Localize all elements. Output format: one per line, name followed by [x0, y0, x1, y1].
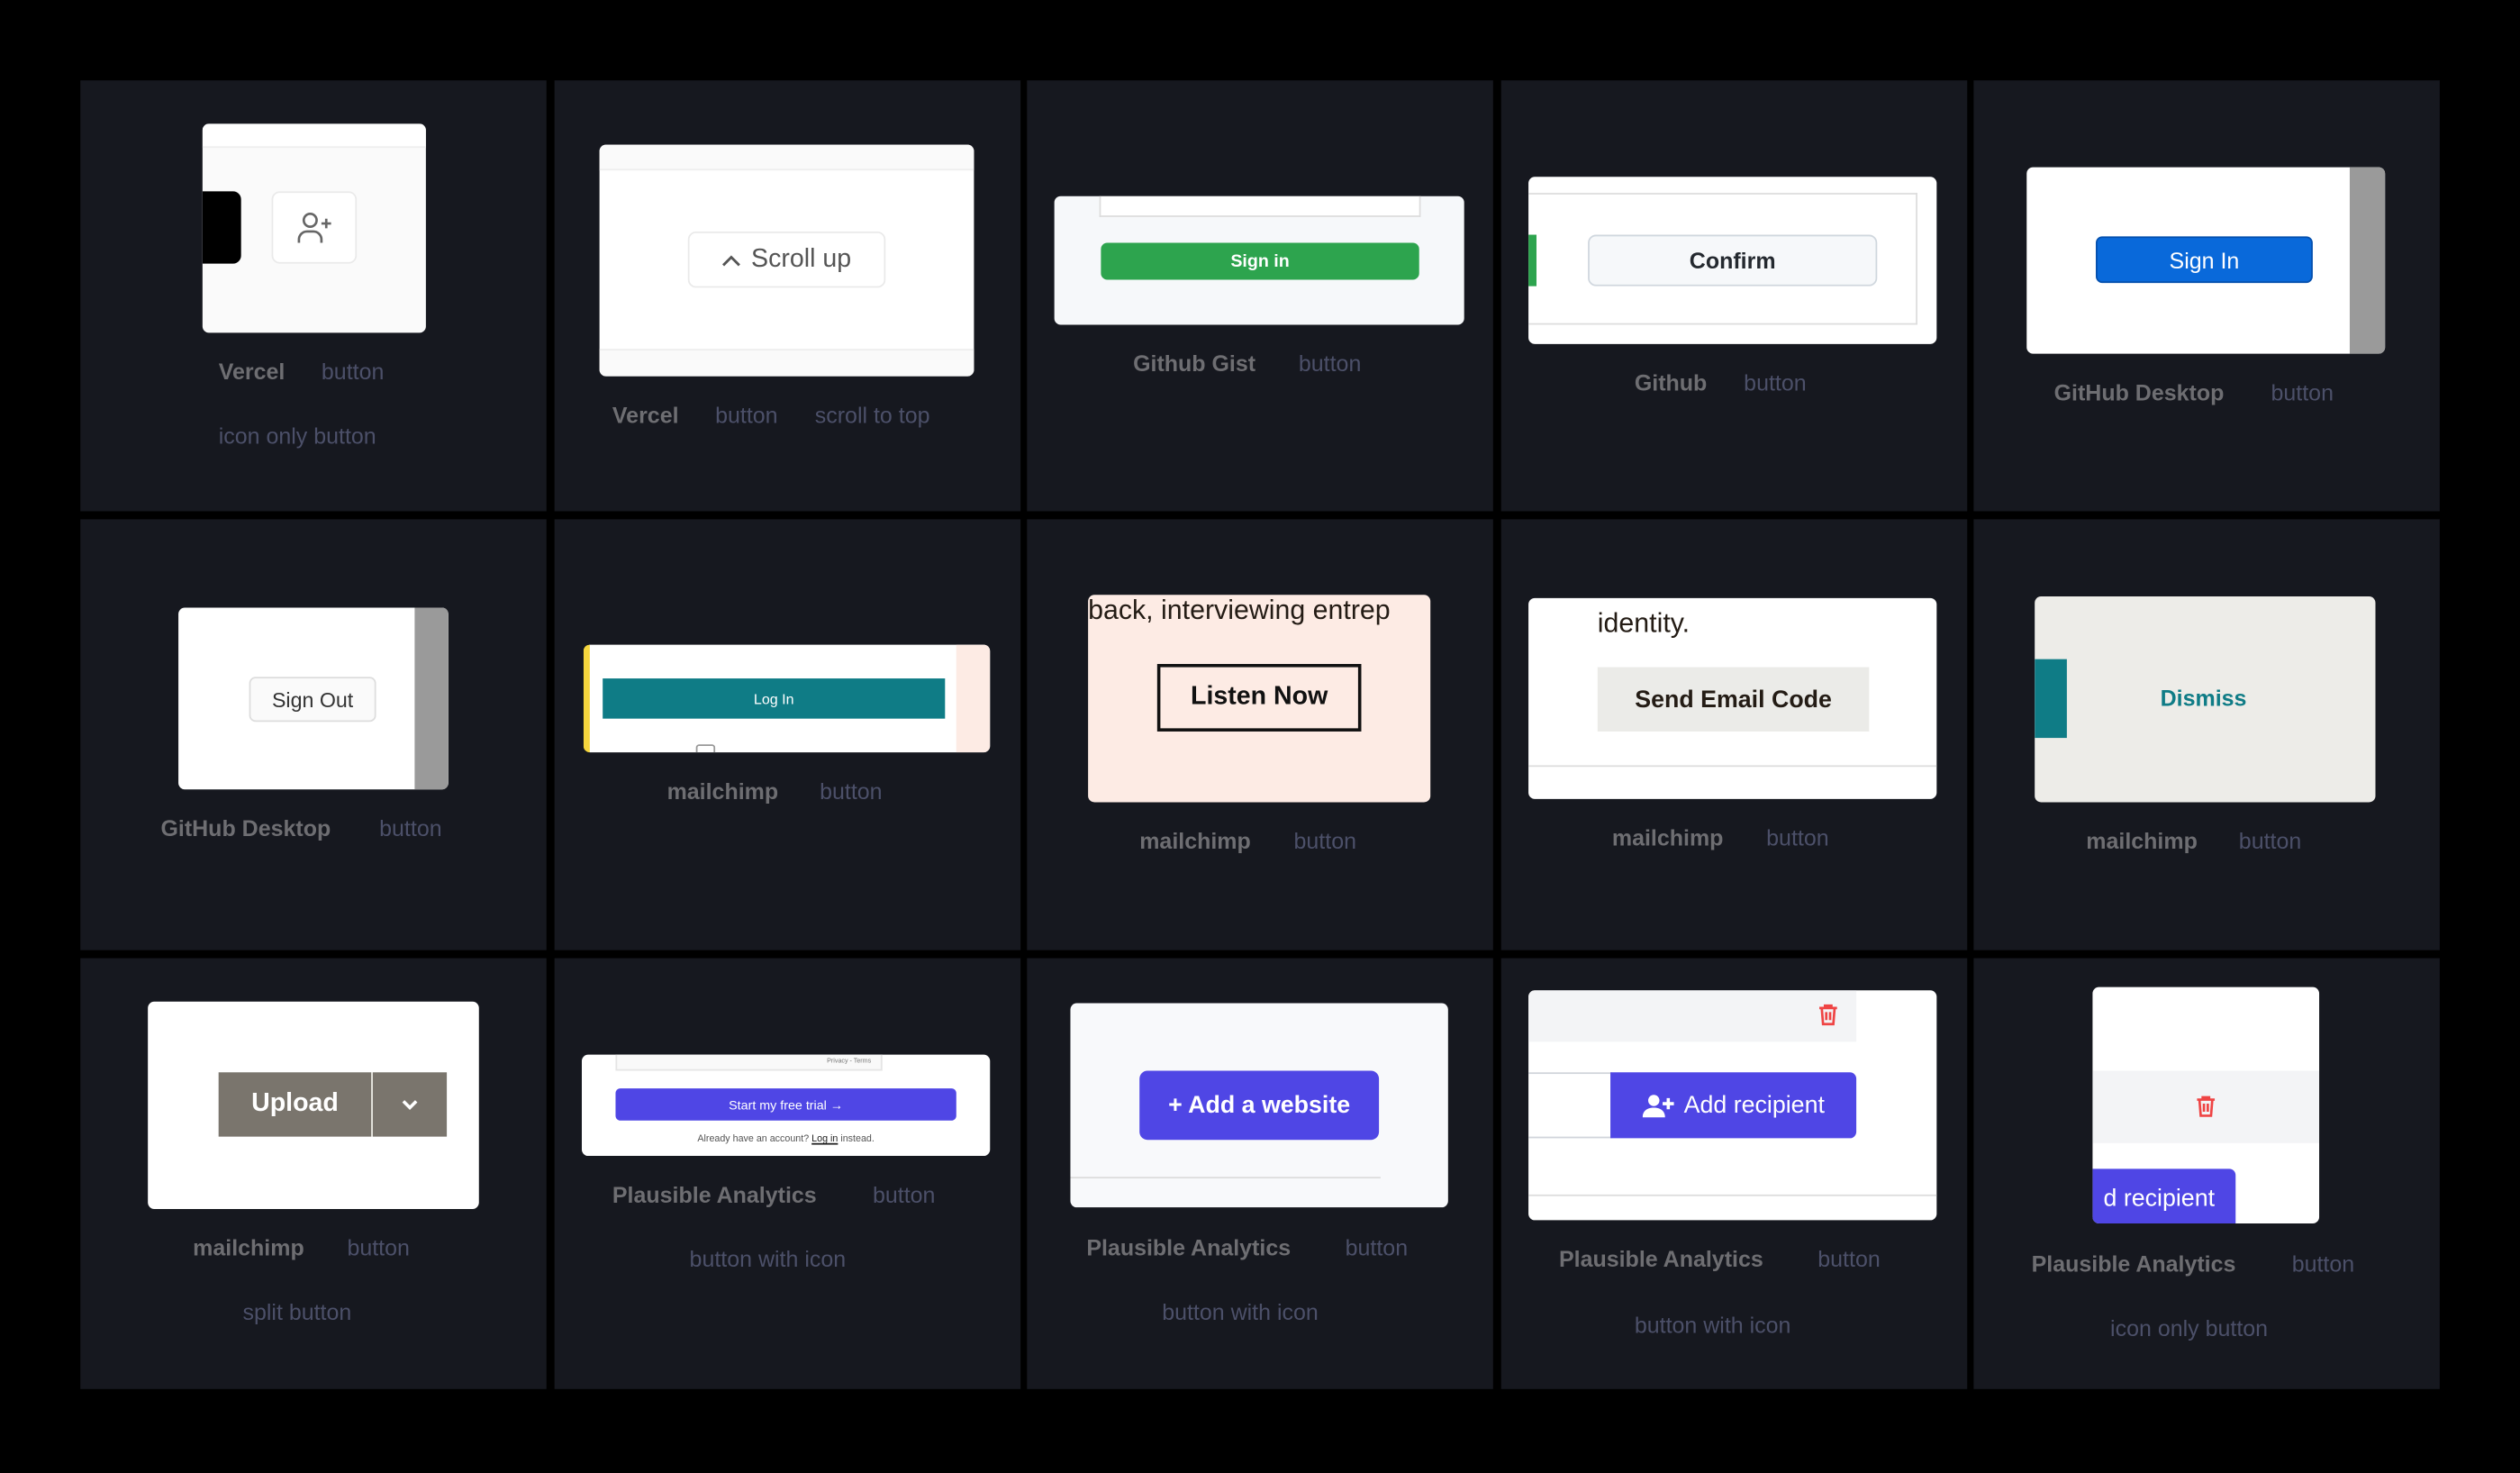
preview-card: Confirm [1528, 177, 1937, 344]
preview-card: Log In [583, 644, 991, 753]
user-plus-icon [296, 212, 331, 242]
source-label: Vercel [218, 358, 286, 385]
preview-card: Dismiss [2035, 596, 2376, 803]
user-plus-icon [1642, 1094, 1674, 1117]
preview-card: d recipient [2092, 987, 2320, 1224]
preview-card: Add recipient [1528, 990, 1937, 1221]
preview-card [202, 123, 426, 333]
preview-card: back, interviewing entrep Listen Now [1088, 595, 1431, 803]
source-label: mailchimp [1139, 828, 1251, 854]
start-free-trial-button[interactable]: Start my free trial → [615, 1088, 956, 1121]
grid-cell [554, 958, 1021, 1389]
type-tag[interactable]: button [2271, 379, 2333, 405]
upload-button[interactable]: Upload [218, 1072, 372, 1137]
add-recipient-button[interactable]: d recipient [2092, 1168, 2236, 1224]
type-tag[interactable]: button [820, 778, 882, 805]
source-label: Github Gist [1133, 350, 1256, 377]
sign-in-button[interactable]: Sign in [1101, 242, 1419, 280]
scrollbar[interactable] [414, 607, 449, 790]
add-recipient-button[interactable]: Add recipient [1610, 1072, 1857, 1139]
preview-card: + Add a website [1070, 1003, 1448, 1208]
log-in-link[interactable]: Log in [811, 1135, 838, 1145]
source-label: Plausible Analytics [1086, 1234, 1292, 1261]
recaptcha-legal[interactable]: Privacy - Terms [615, 1054, 883, 1071]
tag[interactable]: split button [242, 1299, 351, 1325]
preview-card: Sign Out [178, 607, 449, 790]
type-tag[interactable]: button [715, 402, 777, 428]
login-prompt: Already have an account? Log in instead. [582, 1135, 990, 1145]
source-label: Plausible Analytics [2031, 1250, 2236, 1277]
chevron-up-icon [722, 254, 741, 266]
type-tag[interactable]: button [347, 1234, 409, 1260]
scroll-up-button[interactable]: Scroll up [687, 231, 886, 288]
preview-card: identity. Send Email Code [1528, 597, 1937, 799]
preview-card: Sign in [1054, 195, 1464, 325]
type-tag[interactable]: button [1346, 1234, 1408, 1260]
split-dropdown-button[interactable] [373, 1072, 448, 1137]
type-tag[interactable]: button [2292, 1250, 2354, 1277]
confirm-button[interactable]: Confirm [1588, 234, 1878, 286]
checkbox[interactable] [695, 744, 716, 753]
type-tag[interactable]: button [1294, 828, 1356, 854]
preview-card: Upload [148, 1001, 479, 1209]
type-tag[interactable]: button [322, 359, 384, 385]
trash-icon[interactable] [1817, 1004, 1838, 1026]
dismiss-button[interactable]: Dismiss [2131, 674, 2276, 723]
type-tag[interactable]: button [379, 815, 441, 841]
source-label: mailchimp [193, 1234, 304, 1261]
context-text: identity. [1597, 607, 1691, 639]
preview-card: Sign In [2026, 167, 2386, 354]
chevron-down-icon [402, 1099, 418, 1110]
tag[interactable]: icon only button [2110, 1315, 2268, 1341]
source-label: mailchimp [666, 777, 779, 805]
sign-in-button[interactable]: Sign In [2095, 236, 2313, 284]
tag[interactable]: icon only button [219, 423, 376, 449]
tag[interactable]: scroll to top [815, 402, 930, 428]
preview-card: Privacy - Terms Start my free trial → Al… [581, 1054, 991, 1157]
prompt-text: Already have an account? [697, 1134, 810, 1145]
log-in-button[interactable]: Log In [603, 678, 946, 719]
source-label: GitHub Desktop [160, 814, 331, 841]
context-text: back, interviewing entrep [1088, 595, 1391, 626]
type-tag[interactable]: button [873, 1182, 935, 1208]
source-label: GitHub Desktop [2053, 379, 2225, 405]
button-label: Add recipient [1683, 1091, 1825, 1120]
source-label: mailchimp [2086, 828, 2198, 854]
tag[interactable]: button with icon [1162, 1299, 1319, 1325]
source-label: Vercel [612, 402, 679, 428]
add-member-button[interactable] [271, 191, 358, 264]
send-email-code-button[interactable]: Send Email Code [1597, 667, 1870, 732]
type-tag[interactable]: button [1744, 369, 1806, 396]
source-label: mailchimp [1611, 824, 1724, 851]
type-tag[interactable]: button [1299, 350, 1361, 377]
sign-out-button[interactable]: Sign Out [249, 677, 376, 723]
add-website-button[interactable]: + Add a website [1139, 1070, 1380, 1141]
type-tag[interactable]: button [2239, 828, 2301, 854]
listen-now-button[interactable]: Listen Now [1156, 663, 1362, 732]
email-input[interactable] [1528, 1072, 1612, 1139]
button-label: Scroll up [751, 245, 852, 273]
partial-button[interactable] [202, 191, 241, 264]
tag[interactable]: button with icon [690, 1246, 847, 1272]
source-label: Plausible Analytics [612, 1181, 817, 1208]
trash-icon[interactable] [2196, 1095, 2216, 1117]
tag[interactable]: button with icon [1635, 1312, 1791, 1338]
source-label: Github [1634, 369, 1708, 396]
source-label: Plausible Analytics [1558, 1245, 1763, 1272]
type-tag[interactable]: button [1766, 824, 1828, 850]
scrollbar[interactable] [2349, 167, 2386, 354]
type-tag[interactable]: button [1817, 1246, 1880, 1272]
prompt-text: instead. [840, 1134, 875, 1145]
preview-card: Scroll up [599, 144, 974, 377]
